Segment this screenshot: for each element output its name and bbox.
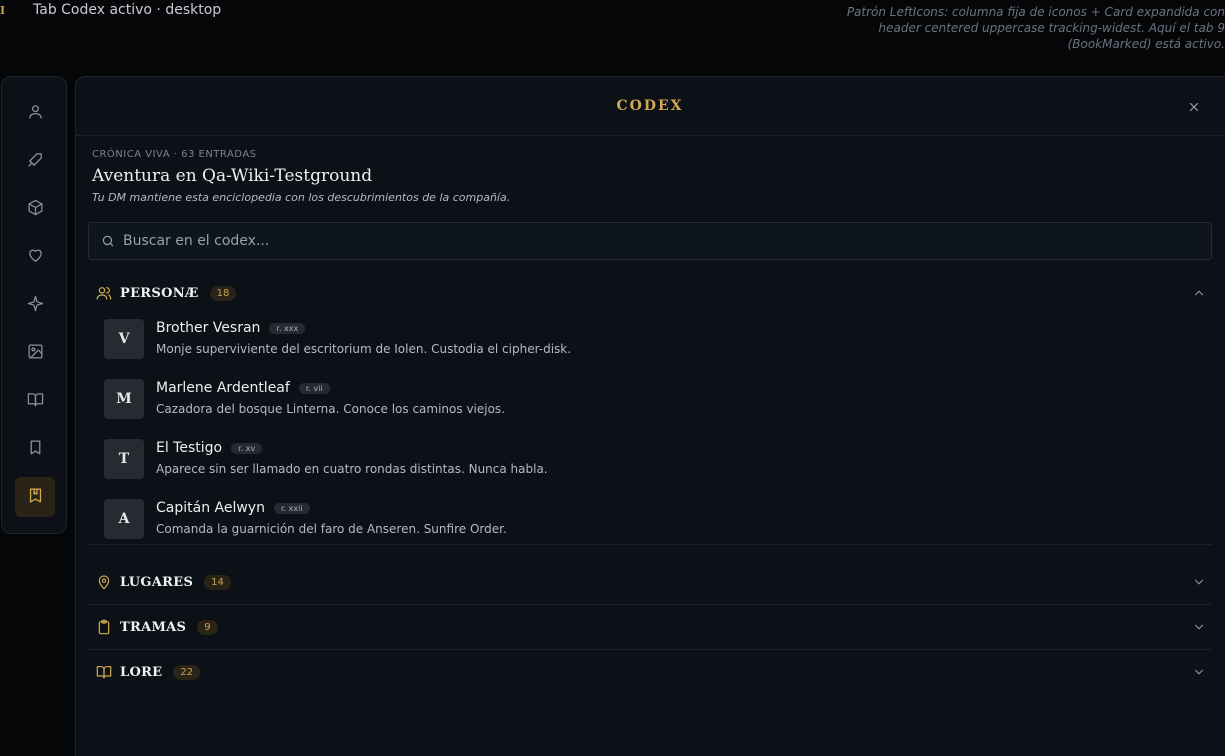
codex-entry[interactable]: V Brother Vesran r. xxx Monje supervivie…	[88, 315, 1212, 375]
entry-description: Monje superviviente del escritorium de I…	[156, 342, 572, 356]
section-lore: LORE 22	[88, 650, 1212, 694]
book-open-icon	[96, 664, 112, 680]
section-label: TRAMAS	[120, 619, 187, 635]
section-tramas: TRAMAS 9	[88, 605, 1212, 650]
page: I Tab Codex activo · desktop Patrón Left…	[0, 0, 1225, 756]
codex-search	[88, 222, 1212, 260]
rail-tab-health[interactable]	[15, 237, 55, 277]
entry-avatar: M	[104, 379, 144, 419]
chevron-up-icon	[1192, 285, 1206, 299]
section-header-personae[interactable]: PERSONÆ 18	[88, 271, 1212, 315]
entry-name-row: Marlene Ardentleaf r. vii	[156, 380, 330, 396]
section-count-badge: 14	[204, 574, 231, 590]
entry-name-row: Brother Vesran r. xxx	[156, 320, 306, 336]
box-icon	[27, 199, 44, 220]
entry-description: Cazadora del bosque Linterna. Conoce los…	[156, 402, 506, 416]
book-open-icon	[27, 391, 44, 412]
section-label: LUGARES	[120, 574, 194, 590]
search-input[interactable]	[123, 233, 1123, 249]
image-icon	[27, 343, 44, 364]
rail-tab-spells[interactable]	[15, 285, 55, 325]
user-icon	[27, 103, 44, 124]
adventure-title: Aventura en Qa-Wiki-Testground	[92, 166, 373, 186]
map-pin-icon	[96, 574, 112, 590]
entry-rank-badge: r. xxii	[273, 502, 310, 514]
rail-tab-profile[interactable]	[15, 93, 55, 133]
section-label: LORE	[120, 664, 163, 680]
top-mark: I	[0, 4, 7, 17]
sword-icon	[27, 151, 44, 172]
top-caption-title: Tab Codex activo · desktop	[33, 2, 222, 18]
clipboard-icon	[96, 619, 112, 635]
entry-description: Comanda la guarnición del faro de Ansere…	[156, 522, 507, 536]
section-count-badge: 22	[173, 664, 201, 680]
section-label: PERSONÆ	[120, 285, 199, 301]
rail-tab-codex[interactable]	[15, 477, 55, 517]
entry-rank-badge: r. xv	[231, 442, 263, 454]
section-header-lore[interactable]: LORE 22	[88, 650, 1212, 694]
section-personae: PERSONÆ 18 V Brother Vesran r. xxx Monje…	[88, 271, 1212, 545]
close-button[interactable]	[1185, 98, 1203, 116]
section-count-badge: 18	[209, 285, 237, 301]
heart-icon	[27, 247, 44, 268]
section-count-badge: 9	[197, 619, 218, 635]
rail-tab-gallery[interactable]	[15, 333, 55, 373]
card-header: CODEX	[76, 77, 1225, 136]
close-icon	[1189, 102, 1199, 112]
codex-entry[interactable]: T El Testigo r. xv Aparece sin ser llama…	[88, 435, 1212, 495]
entry-rank-badge: r. vii	[298, 382, 330, 394]
entry-avatar: A	[104, 499, 144, 539]
rail-tab-bookmarks[interactable]	[15, 429, 55, 469]
book-marked-icon	[27, 487, 44, 508]
chevron-down-icon	[1192, 574, 1206, 588]
entry-description: Aparece sin ser llamado en cuatro rondas…	[156, 462, 548, 476]
codex-entry[interactable]: A Capitán Aelwyn r. xxii Comanda la guar…	[88, 495, 1212, 555]
codex-entry[interactable]: M Marlene Ardentleaf r. vii Cazadora del…	[88, 375, 1212, 435]
top-caption-note: Patrón LeftIcons: columna fija de iconos…	[846, 5, 1225, 51]
section-header-lugares[interactable]: LUGARES 14	[88, 560, 1212, 604]
entry-name-row: El Testigo r. xv	[156, 440, 263, 456]
entry-name: Brother Vesran	[156, 320, 261, 336]
rail-tab-journal[interactable]	[15, 381, 55, 421]
search-icon	[101, 234, 115, 248]
users-icon	[96, 285, 112, 301]
entry-avatar: T	[104, 439, 144, 479]
codex-intro: CRÓNICA VIVA · 63 ENTRADAS Aventura en Q…	[92, 149, 510, 204]
codex-card: CODEX CRÓNICA VIVA · 63 ENTRADAS Aventur…	[75, 76, 1225, 756]
card-title: CODEX	[616, 98, 684, 114]
entry-name: Marlene Ardentleaf	[156, 380, 290, 396]
entry-name: El Testigo	[156, 440, 223, 456]
entry-avatar: V	[104, 319, 144, 359]
section-header-tramas[interactable]: TRAMAS 9	[88, 605, 1212, 649]
section-lugares: LUGARES 14	[88, 560, 1212, 605]
entry-name-row: Capitán Aelwyn r. xxii	[156, 500, 310, 516]
left-icon-rail	[1, 76, 67, 534]
bookmark-icon	[27, 439, 44, 460]
rail-tab-inventory[interactable]	[15, 189, 55, 229]
chevron-down-icon	[1192, 664, 1206, 678]
rail-tab-combat[interactable]	[15, 141, 55, 181]
chevron-down-icon	[1192, 619, 1206, 633]
entry-name: Capitán Aelwyn	[156, 500, 265, 516]
sparkle-icon	[27, 295, 44, 316]
entry-rank-badge: r. xxx	[269, 322, 306, 334]
adventure-subtitle: Tu DM mantiene esta enciclopedia con los…	[92, 191, 511, 204]
entry-count-eyebrow: CRÓNICA VIVA · 63 ENTRADAS	[92, 149, 257, 160]
